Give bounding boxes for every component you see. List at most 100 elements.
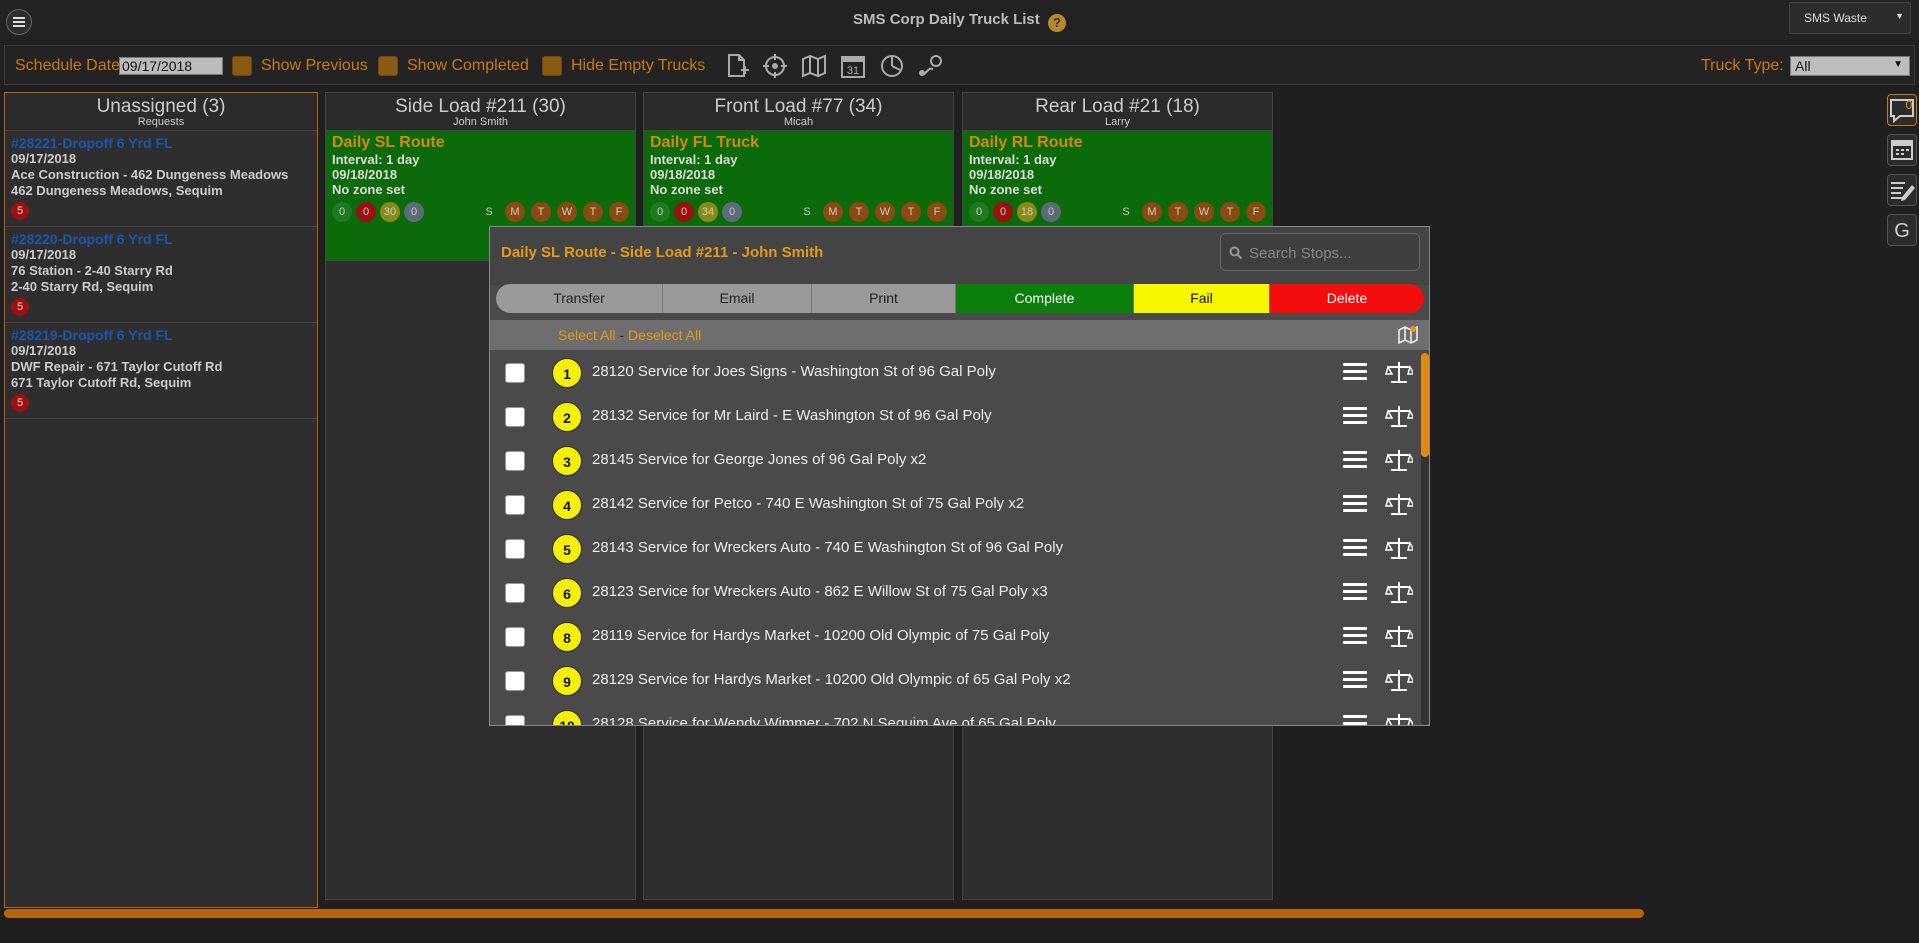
route-map-icon[interactable] [1397, 324, 1419, 346]
deselect-all-link[interactable]: Deselect All [628, 327, 701, 343]
weigh-scale-icon[interactable] [1385, 492, 1413, 516]
stop-row[interactable]: 5 28143 Service for Wreckers Auto - 740 … [490, 526, 1429, 570]
stop-description[interactable]: 28123 Service for Wreckers Auto - 862 E … [592, 583, 1048, 600]
weigh-scale-icon[interactable] [1385, 360, 1413, 384]
truck-type-select[interactable]: All ▼ [1790, 56, 1910, 76]
stop-description[interactable]: 28120 Service for Joes Signs - Washingto… [592, 363, 996, 380]
complete-button[interactable]: Complete [956, 284, 1134, 313]
stop-checkbox[interactable] [505, 363, 525, 383]
stop-checkbox[interactable] [505, 451, 525, 471]
stop-row[interactable]: 9 28129 Service for Hardys Market - 1020… [490, 658, 1429, 702]
stop-checkbox[interactable] [505, 539, 525, 559]
show-completed-checkbox[interactable] [378, 56, 398, 76]
stop-row[interactable]: 4 28142 Service for Petco - 740 E Washin… [490, 482, 1429, 526]
route-title[interactable]: Daily RL Route [969, 134, 1266, 152]
delete-button[interactable]: Delete [1270, 284, 1424, 313]
route-title[interactable]: Daily FL Truck [650, 134, 947, 152]
drag-handle-icon[interactable] [1343, 669, 1367, 691]
weigh-scale-icon[interactable] [1385, 404, 1413, 428]
stop-row[interactable]: 8 28119 Service for Hardys Market - 1020… [490, 614, 1429, 658]
drag-handle-icon[interactable] [1343, 449, 1367, 471]
modal-header: Daily SL Route - Side Load #211 - John S… [490, 227, 1429, 285]
notes-button[interactable] [1887, 174, 1917, 206]
stop-description[interactable]: 28129 Service for Hardys Market - 10200 … [592, 671, 1071, 688]
stop-checkbox[interactable] [505, 671, 525, 691]
stop-checkbox[interactable] [505, 495, 525, 515]
stop-description[interactable]: 28145 Service for George Jones of 96 Gal… [592, 451, 926, 468]
drag-handle-icon[interactable] [1343, 713, 1367, 726]
stop-description[interactable]: 28143 Service for Wreckers Auto - 740 E … [592, 539, 1063, 556]
stop-row[interactable]: 6 28123 Service for Wreckers Auto - 862 … [490, 570, 1429, 614]
stop-row[interactable]: 3 28145 Service for George Jones of 96 G… [490, 438, 1429, 482]
weigh-scale-icon[interactable] [1385, 580, 1413, 604]
map-icon[interactable] [800, 53, 828, 79]
calendar-icon[interactable]: 31 [839, 53, 867, 79]
selection-separator: - [615, 327, 629, 343]
weigh-scale-icon[interactable] [1385, 668, 1413, 692]
route-stops-modal: Daily SL Route - Side Load #211 - John S… [489, 226, 1430, 726]
request-address: 462 Dungeness Meadows, Sequim [11, 183, 223, 198]
weigh-scale-icon[interactable] [1385, 712, 1413, 726]
weigh-scale-icon[interactable] [1385, 624, 1413, 648]
weigh-scale-icon[interactable] [1385, 536, 1413, 560]
crosshair-icon[interactable] [761, 53, 789, 79]
stop-checkbox[interactable] [505, 627, 525, 647]
company-select[interactable]: SMS Waste ▼ [1789, 2, 1911, 34]
transfer-button[interactable]: Transfer [496, 284, 663, 313]
stop-row[interactable]: 1 28120 Service for Joes Signs - Washing… [490, 350, 1429, 394]
app-title-text: SMS Corp Daily Truck List [853, 11, 1040, 28]
print-button[interactable]: Print [812, 284, 956, 313]
g-button[interactable]: G [1887, 214, 1917, 246]
truck-type-value: All [1795, 58, 1811, 74]
horizontal-scrollbar[interactable] [4, 909, 1644, 918]
pie-clock-icon[interactable] [878, 53, 906, 79]
drag-handle-icon[interactable] [1343, 625, 1367, 647]
route-title[interactable]: Daily SL Route [332, 134, 629, 152]
stops-scrollbar-thumb[interactable] [1421, 353, 1429, 457]
help-icon[interactable]: ? [1047, 14, 1066, 32]
stop-description[interactable]: 28119 Service for Hardys Market - 10200 … [592, 627, 1049, 644]
route-date: 09/18/2018 [332, 167, 398, 182]
day-wed: W [557, 202, 577, 222]
request-badge: 5 [11, 394, 29, 412]
stop-row[interactable]: 2 28132 Service for Mr Laird - E Washing… [490, 394, 1429, 438]
request-date: 09/17/2018 [11, 343, 77, 358]
stop-description[interactable]: 28132 Service for Mr Laird - E Washingto… [592, 407, 992, 424]
request-item[interactable]: #28221-Dropoff 6 Yrd FL 09/17/2018 Ace C… [5, 131, 317, 227]
show-previous-checkbox[interactable] [232, 56, 252, 76]
stop-description[interactable]: 28128 Service for Wendy Wimmer - 702 N S… [592, 715, 1056, 725]
add-document-icon[interactable] [723, 53, 751, 79]
stops-scrollbar[interactable] [1421, 353, 1429, 725]
day-thu: T [901, 202, 921, 222]
weigh-scale-icon[interactable] [1385, 448, 1413, 472]
search-stops-input[interactable] [1247, 243, 1415, 263]
drag-handle-icon[interactable] [1343, 581, 1367, 603]
day-tue: T [1168, 202, 1188, 222]
request-title[interactable]: #28221-Dropoff 6 Yrd FL [11, 135, 313, 151]
stop-checkbox[interactable] [505, 715, 525, 725]
stop-checkbox[interactable] [505, 583, 525, 603]
route-icon[interactable] [917, 53, 945, 79]
calendar-button[interactable] [1887, 134, 1917, 166]
drag-handle-icon[interactable] [1343, 405, 1367, 427]
schedule-date-input[interactable]: 09/17/2018 [119, 57, 223, 75]
stop-checkbox[interactable] [505, 407, 525, 427]
chat-bubble-icon: 0 [1890, 98, 1914, 124]
select-all-link[interactable]: Select All [558, 327, 616, 343]
drag-handle-icon[interactable] [1343, 537, 1367, 559]
fail-button[interactable]: Fail [1134, 284, 1270, 313]
drag-handle-icon[interactable] [1343, 493, 1367, 515]
notifications-button[interactable]: 0 [1887, 94, 1917, 126]
stop-description[interactable]: 28142 Service for Petco - 740 E Washingt… [592, 495, 1024, 512]
request-title[interactable]: #28220-Dropoff 6 Yrd FL [11, 231, 313, 247]
hide-empty-checkbox[interactable] [542, 56, 562, 76]
route-interval: Interval: 1 day [969, 152, 1057, 167]
stop-number: 9 [552, 666, 582, 696]
request-item[interactable]: #28220-Dropoff 6 Yrd FL 09/17/2018 76 St… [5, 227, 317, 323]
request-item[interactable]: #28219-Dropoff 6 Yrd FL 09/17/2018 DWF R… [5, 323, 317, 419]
request-title[interactable]: #28219-Dropoff 6 Yrd FL [11, 327, 313, 343]
stop-number: 5 [552, 534, 582, 564]
drag-handle-icon[interactable] [1343, 361, 1367, 383]
email-button[interactable]: Email [663, 284, 812, 313]
stop-row[interactable]: 10 28128 Service for Wendy Wimmer - 702 … [490, 702, 1429, 726]
